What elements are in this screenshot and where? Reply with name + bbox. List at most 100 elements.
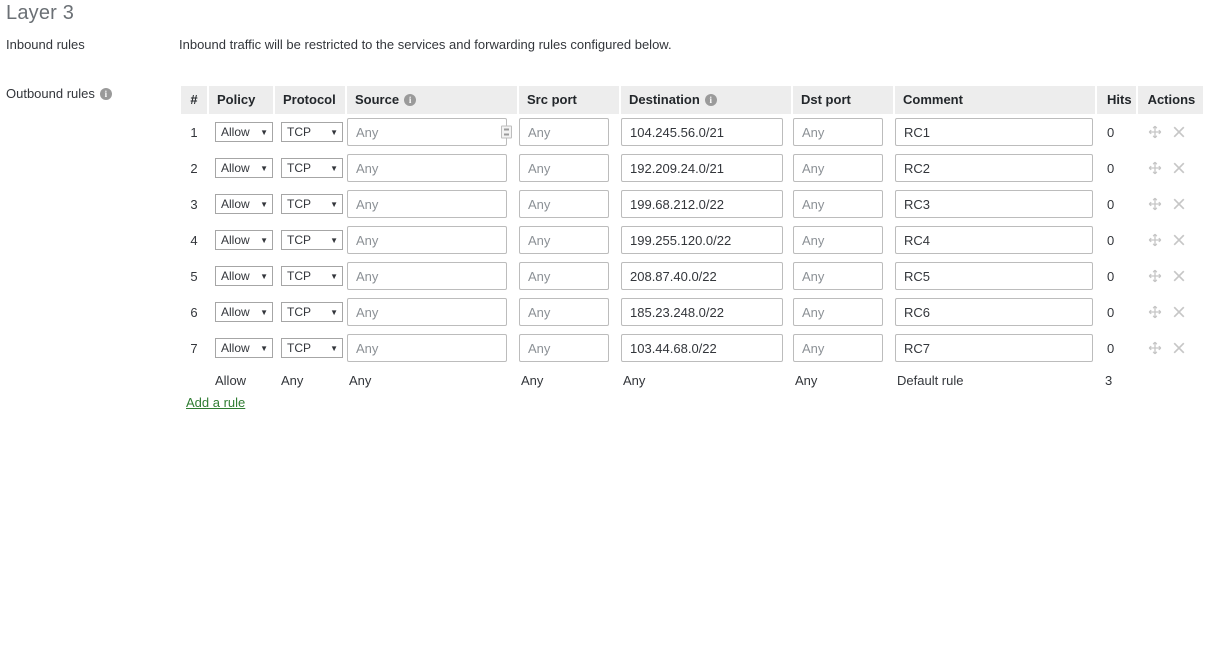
src-port-cell: [519, 150, 619, 186]
header-dst-port: Dst port: [793, 86, 893, 114]
move-icon[interactable]: [1148, 305, 1162, 319]
source-input[interactable]: [347, 334, 507, 362]
protocol-select[interactable]: TCP ▼: [281, 302, 343, 322]
source-input[interactable]: [347, 154, 507, 182]
table-row: 2 Allow ▼ TCP ▼ 0: [181, 150, 1203, 186]
protocol-select[interactable]: TCP ▼: [281, 194, 343, 214]
destination-input[interactable]: [621, 334, 783, 362]
row-number: 3: [190, 196, 198, 212]
delete-icon[interactable]: [1172, 233, 1186, 247]
destination-cell: [621, 114, 791, 150]
destination-input[interactable]: [621, 262, 783, 290]
destination-input[interactable]: [621, 226, 783, 254]
src-port-input[interactable]: [519, 118, 609, 146]
move-icon[interactable]: [1148, 197, 1162, 211]
source-input[interactable]: [347, 262, 507, 290]
protocol-select[interactable]: TCP ▼: [281, 338, 343, 358]
source-info-icon[interactable]: i: [404, 94, 417, 106]
protocol-cell: TCP ▼: [275, 114, 345, 150]
delete-icon[interactable]: [1172, 197, 1186, 211]
comment-input[interactable]: [895, 334, 1093, 362]
actions-cell: [1138, 186, 1204, 222]
comment-cell: [895, 150, 1095, 186]
delete-icon[interactable]: [1172, 161, 1186, 175]
info-icon[interactable]: i: [99, 88, 112, 100]
src-port-input[interactable]: [519, 154, 609, 182]
protocol-cell: TCP ▼: [275, 222, 345, 258]
policy-select[interactable]: Allow ▼: [215, 158, 273, 178]
destination-input[interactable]: [621, 298, 783, 326]
protocol-select[interactable]: TCP ▼: [281, 230, 343, 250]
policy-select[interactable]: Allow ▼: [215, 122, 273, 142]
hits-value: 0: [1107, 196, 1115, 212]
source-cell: [347, 294, 517, 330]
comment-input[interactable]: [895, 154, 1093, 182]
dst-port-cell: [793, 258, 893, 294]
src-port-cell: [519, 114, 619, 150]
dst-port-input[interactable]: [793, 118, 883, 146]
dst-port-input[interactable]: [793, 298, 883, 326]
policy-select[interactable]: Allow ▼: [215, 194, 273, 214]
source-input[interactable]: [347, 190, 507, 218]
delete-icon[interactable]: [1172, 125, 1186, 139]
delete-icon[interactable]: [1172, 269, 1186, 283]
header-policy: Policy: [209, 86, 273, 114]
comment-input[interactable]: [895, 190, 1093, 218]
comment-cell: [895, 186, 1095, 222]
inbound-description: Inbound traffic will be restricted to th…: [179, 37, 672, 52]
source-input[interactable]: [347, 118, 507, 146]
dst-port-input[interactable]: [793, 154, 883, 182]
move-icon[interactable]: [1148, 341, 1162, 355]
add-rule-link[interactable]: Add a rule: [186, 395, 245, 410]
delete-icon[interactable]: [1172, 341, 1186, 355]
source-input[interactable]: [347, 226, 507, 254]
destination-info-icon[interactable]: i: [704, 94, 717, 106]
src-port-input[interactable]: [519, 226, 609, 254]
move-icon[interactable]: [1148, 233, 1162, 247]
row-number: 2: [190, 160, 198, 176]
move-icon[interactable]: [1148, 269, 1162, 283]
move-icon[interactable]: [1148, 125, 1162, 139]
policy-select[interactable]: Allow ▼: [215, 266, 273, 286]
src-port-input[interactable]: [519, 298, 609, 326]
row-number: 7: [190, 340, 198, 356]
policy-select[interactable]: Allow ▼: [215, 230, 273, 250]
policy-select[interactable]: Allow ▼: [215, 302, 273, 322]
protocol-select[interactable]: TCP ▼: [281, 266, 343, 286]
protocol-select[interactable]: TCP ▼: [281, 158, 343, 178]
protocol-select-value: TCP: [287, 341, 311, 355]
move-icon[interactable]: [1148, 161, 1162, 175]
src-port-cell: [519, 258, 619, 294]
protocol-select[interactable]: TCP ▼: [281, 122, 343, 142]
dst-port-input[interactable]: [793, 334, 883, 362]
comment-input[interactable]: [895, 262, 1093, 290]
header-source-text: Source: [355, 92, 400, 107]
policy-cell: Allow ▼: [209, 222, 273, 258]
comment-input[interactable]: [895, 298, 1093, 326]
src-port-input[interactable]: [519, 190, 609, 218]
delete-icon[interactable]: [1172, 305, 1186, 319]
protocol-cell: TCP ▼: [275, 294, 345, 330]
chevron-down-icon: ▼: [260, 128, 268, 137]
dst-port-input[interactable]: [793, 226, 883, 254]
source-input-box: [347, 226, 517, 254]
src-port-input[interactable]: [519, 334, 609, 362]
dst-port-input[interactable]: [793, 262, 883, 290]
destination-input[interactable]: [621, 118, 783, 146]
source-input-box: [347, 262, 517, 290]
comment-input[interactable]: [895, 226, 1093, 254]
dst-port-cell: [793, 294, 893, 330]
header-actions: Actions: [1137, 86, 1204, 114]
hits-value: 0: [1107, 304, 1115, 320]
source-input-box: [347, 334, 517, 362]
src-port-cell: [519, 294, 619, 330]
comment-input[interactable]: [895, 118, 1093, 146]
src-port-input[interactable]: [519, 262, 609, 290]
dst-port-input[interactable]: [793, 190, 883, 218]
actions-cell: [1138, 150, 1204, 186]
table-row: 3 Allow ▼ TCP ▼ 0: [181, 186, 1203, 222]
destination-input[interactable]: [621, 190, 783, 218]
policy-select[interactable]: Allow ▼: [215, 338, 273, 358]
destination-input[interactable]: [621, 154, 783, 182]
source-input[interactable]: [347, 298, 507, 326]
